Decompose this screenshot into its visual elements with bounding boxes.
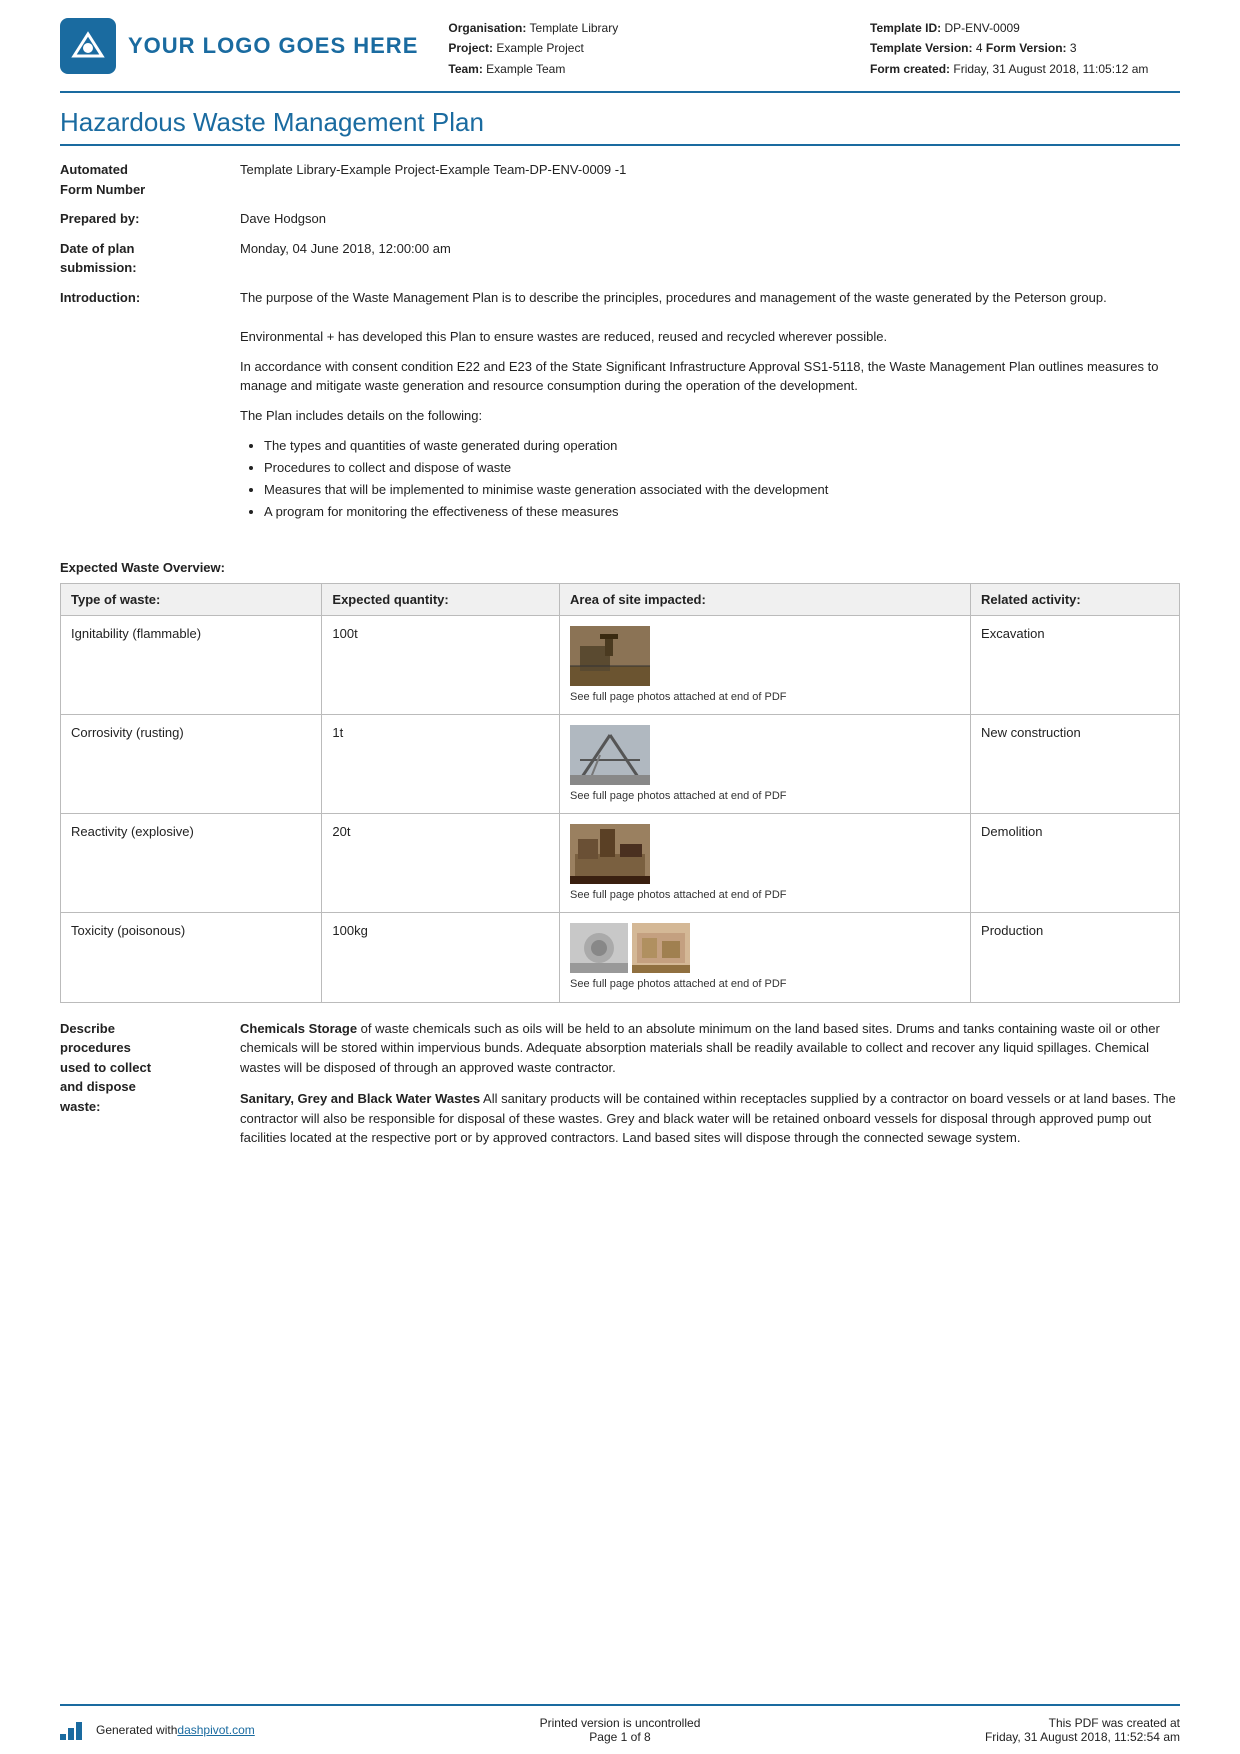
- template-version-value: 4: [976, 41, 983, 55]
- page-footer: Generated with dashpivot.com Printed ver…: [60, 1704, 1180, 1754]
- intro-para2: Environmental + has developed this Plan …: [240, 327, 1180, 347]
- date-value: Monday, 04 June 2018, 12:00:00 am: [240, 239, 1180, 259]
- table-section-heading: Expected Waste Overview:: [60, 560, 1180, 575]
- logo-area: YOUR LOGO GOES HERE: [60, 18, 418, 74]
- team-value: Example Team: [486, 62, 565, 76]
- waste-type-cell: Corrosivity (rusting): [61, 714, 322, 813]
- waste-qty-cell: 1t: [322, 714, 560, 813]
- template-version-label: Template Version:: [870, 41, 972, 55]
- waste-photo-cell: See full page photos attached at end of …: [560, 913, 971, 1002]
- describe-para1: Chemicals Storage of waste chemicals suc…: [240, 1019, 1180, 1078]
- waste-activity-cell: New construction: [971, 714, 1180, 813]
- waste-type-cell: Reactivity (explosive): [61, 814, 322, 913]
- generated-text: Generated with: [96, 1723, 177, 1737]
- form-number-label: Automated Form Number: [60, 160, 240, 199]
- org-value: Template Library: [530, 21, 619, 35]
- introduction-row: Introduction: The purpose of the Waste M…: [60, 288, 1180, 318]
- bullet-item: Measures that will be implemented to min…: [264, 479, 1180, 501]
- col-type: Type of waste:: [61, 583, 322, 615]
- waste-activity-cell: Excavation: [971, 615, 1180, 714]
- bullet-item: The types and quantities of waste genera…: [264, 435, 1180, 457]
- waste-table: Type of waste: Expected quantity: Area o…: [60, 583, 1180, 1003]
- table-row: Reactivity (explosive)20t See full page …: [61, 814, 1180, 913]
- introduction-label: Introduction:: [60, 288, 240, 308]
- intro-para1: The purpose of the Waste Management Plan…: [240, 288, 1180, 308]
- footer-left: Generated with dashpivot.com: [60, 1720, 340, 1740]
- describe-label: Describe procedures used to collect and …: [60, 1019, 240, 1160]
- project-value: Example Project: [496, 41, 583, 55]
- dashpivot-link[interactable]: dashpivot.com: [177, 1723, 254, 1737]
- uncontrolled-text: Printed version is uncontrolled: [340, 1716, 900, 1730]
- pdf-text: This PDF was created at: [900, 1716, 1180, 1730]
- logo-icon: [60, 18, 116, 74]
- photo-svg-3: [570, 824, 650, 884]
- waste-type-cell: Toxicity (poisonous): [61, 913, 322, 1002]
- photo-svg-1: [570, 626, 650, 686]
- table-row: Ignitability (flammable)100t See full pa…: [61, 615, 1180, 714]
- project-label: Project:: [448, 41, 493, 55]
- photo-svg-2: [570, 725, 650, 785]
- header-right: Template ID: DP-ENV-0009 Template Versio…: [870, 18, 1180, 79]
- photo-svg-4a: [570, 923, 628, 973]
- form-number-row: Automated Form Number Template Library-E…: [60, 160, 1180, 199]
- prepared-by-row: Prepared by: Dave Hodgson: [60, 209, 1180, 229]
- page-text: Page 1 of 8: [340, 1730, 900, 1744]
- template-id-value: DP-ENV-0009: [944, 21, 1019, 35]
- date-row: Date of plan submission: Monday, 04 June…: [60, 239, 1180, 278]
- bullet-item: Procedures to collect and dispose of was…: [264, 457, 1180, 479]
- describe-content: Chemicals Storage of waste chemicals suc…: [240, 1019, 1180, 1160]
- waste-photo-cell: See full page photos attached at end of …: [560, 714, 971, 813]
- form-number-value: Template Library-Example Project-Example…: [240, 160, 1180, 180]
- table-header-row: Type of waste: Expected quantity: Area o…: [61, 583, 1180, 615]
- waste-type-cell: Ignitability (flammable): [61, 615, 322, 714]
- form-version-value: 3: [1070, 41, 1077, 55]
- page-header: YOUR LOGO GOES HERE Organisation: Templa…: [60, 0, 1180, 93]
- logo-text: YOUR LOGO GOES HERE: [128, 34, 418, 58]
- waste-activity-cell: Production: [971, 913, 1180, 1002]
- table-row: Corrosivity (rusting)1t See full page ph…: [61, 714, 1180, 813]
- form-version-label: Form Version:: [986, 41, 1067, 55]
- prepared-by-label: Prepared by:: [60, 209, 240, 229]
- template-id-label: Template ID:: [870, 21, 941, 35]
- footer-center: Printed version is uncontrolled Page 1 o…: [340, 1716, 900, 1744]
- photo-svg-4b: [632, 923, 690, 973]
- waste-table-body: Ignitability (flammable)100t See full pa…: [61, 615, 1180, 1002]
- document-title: Hazardous Waste Management Plan: [60, 107, 1180, 146]
- org-label: Organisation:: [448, 21, 526, 35]
- waste-photo-cell: See full page photos attached at end of …: [560, 814, 971, 913]
- intro-para3: In accordance with consent condition E22…: [240, 357, 1180, 396]
- intro-para4: The Plan includes details on the followi…: [240, 406, 1180, 426]
- footer-right: This PDF was created at Friday, 31 Augus…: [900, 1716, 1180, 1744]
- col-area: Area of site impacted:: [560, 583, 971, 615]
- waste-activity-cell: Demolition: [971, 814, 1180, 913]
- introduction-content: The purpose of the Waste Management Plan…: [240, 288, 1180, 318]
- form-created-value: Friday, 31 August 2018, 11:05:12 am: [953, 62, 1148, 76]
- bullet-item: A program for monitoring the effectivene…: [264, 501, 1180, 523]
- form-created-label: Form created:: [870, 62, 950, 76]
- prepared-by-value: Dave Hodgson: [240, 209, 1180, 229]
- waste-qty-cell: 20t: [322, 814, 560, 913]
- describe-section: Describe procedures used to collect and …: [60, 1019, 1180, 1160]
- date-label: Date of plan submission:: [60, 239, 240, 278]
- header-meta: Organisation: Template Library Project: …: [448, 18, 870, 79]
- col-quantity: Expected quantity:: [322, 583, 560, 615]
- table-row: Toxicity (poisonous)100kg See full page …: [61, 913, 1180, 1002]
- waste-photo-cell: See full page photos attached at end of …: [560, 615, 971, 714]
- col-activity: Related activity:: [971, 583, 1180, 615]
- intro-paragraphs: Environmental + has developed this Plan …: [240, 327, 1180, 533]
- pdf-date: Friday, 31 August 2018, 11:52:54 am: [900, 1730, 1180, 1744]
- intro-bullet-list: The types and quantities of waste genera…: [264, 435, 1180, 523]
- describe-para2: Sanitary, Grey and Black Water Wastes Al…: [240, 1089, 1180, 1148]
- dashpivot-icon: [60, 1720, 88, 1740]
- waste-qty-cell: 100t: [322, 615, 560, 714]
- waste-qty-cell: 100kg: [322, 913, 560, 1002]
- team-label: Team:: [448, 62, 482, 76]
